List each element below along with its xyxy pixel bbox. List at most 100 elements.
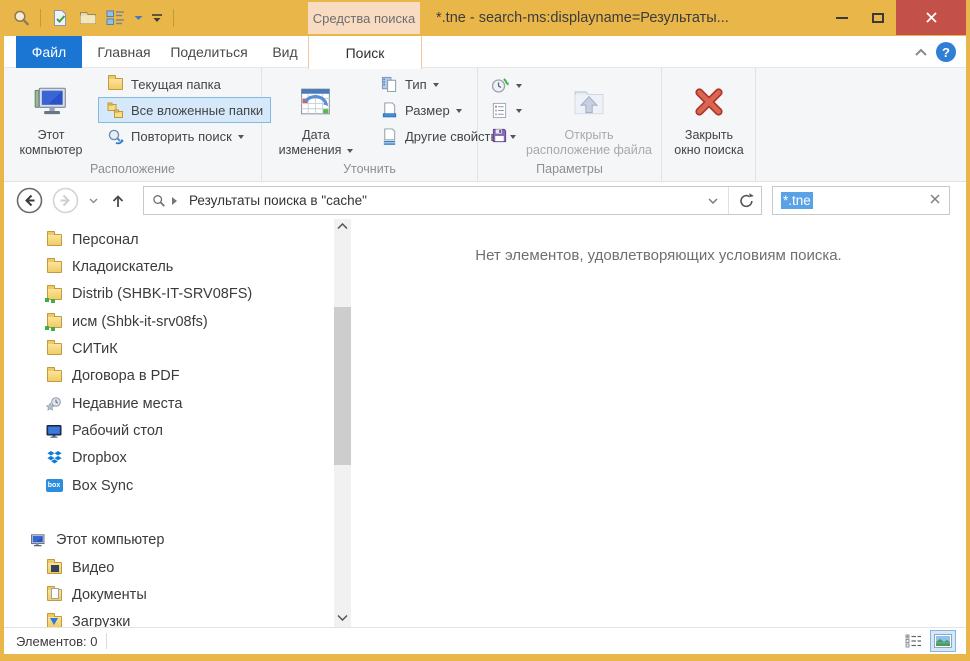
maximize-button[interactable]: [860, 0, 896, 35]
help-button[interactable]: ?: [936, 42, 956, 62]
current-folder-option[interactable]: Текущая папка: [98, 71, 271, 97]
video-folder-icon: [44, 559, 64, 576]
qat-separator: [40, 9, 41, 27]
file-size-icon: [380, 102, 399, 119]
repeat-search-option[interactable]: Повторить поиск: [98, 123, 271, 149]
items-count: Элементов: 0: [16, 628, 97, 654]
sidebar-item-video[interactable]: Видео: [4, 554, 334, 581]
ribbon-group-location: Этот компьютер Текущая папка Все вложенн…: [4, 68, 262, 182]
quick-access-toolbar: [10, 0, 176, 36]
dropbox-icon: [44, 450, 64, 467]
tab-view[interactable]: Вид: [262, 36, 308, 68]
qat-search-icon[interactable]: [10, 7, 32, 29]
back-button[interactable]: [16, 187, 43, 214]
maximize-icon: [872, 13, 884, 23]
ribbon-group-options: Открыть расположение файла Параметры: [478, 68, 662, 182]
close-search-icon: [693, 76, 725, 128]
qat-properties-button[interactable]: [49, 7, 71, 29]
breadcrumb[interactable]: Результаты поиска в "cache": [189, 193, 367, 208]
close-button[interactable]: [896, 0, 966, 35]
date-modified-button[interactable]: Дата изменения: [268, 70, 364, 158]
computer-icon: [28, 532, 48, 549]
qat-view-switcher-button[interactable]: [105, 7, 127, 29]
open-file-location-button[interactable]: Открыть расположение файла: [522, 70, 656, 158]
tab-file[interactable]: Файл: [16, 36, 82, 68]
search-query-selected-text: *.tne: [781, 192, 813, 209]
dropdown-caret-icon: [347, 149, 353, 156]
address-bar[interactable]: Результаты поиска в "cache": [143, 186, 762, 215]
tab-home[interactable]: Главная: [92, 36, 156, 68]
folder-icon: [44, 368, 64, 385]
sidebar-item-personal[interactable]: Персонал: [4, 226, 334, 253]
documents-folder-icon: [44, 587, 64, 604]
computer-icon: [33, 76, 69, 128]
ribbon-group-refine: Дата изменения Тип Размер: [262, 68, 478, 182]
scroll-up-arrow[interactable]: [334, 223, 351, 230]
dropdown-caret-icon: [433, 83, 439, 90]
search-input[interactable]: *.tne: [772, 186, 950, 215]
qat-customize-button[interactable]: [149, 7, 165, 29]
scrollbar-thumb[interactable]: [334, 307, 351, 465]
sidebar-section-gap: [4, 499, 334, 526]
sidebar-item-desktop[interactable]: Рабочий стол: [4, 417, 334, 444]
content-area: Персонал Кладоискатель Distrib (SHBK-IT-…: [4, 219, 966, 627]
sidebar-item-this-pc[interactable]: Этот компьютер: [4, 527, 334, 554]
ribbon-tab-row: Файл Главная Поделиться Вид Поиск ?: [4, 36, 966, 68]
sidebar-item-downloads[interactable]: Загрузки: [4, 609, 334, 627]
folder-icon: [44, 231, 64, 248]
empty-results-message: Нет элементов, удовлетворяющих условиям …: [351, 247, 966, 264]
sidebar-item-sitik[interactable]: СИТиК: [4, 335, 334, 362]
sidebar-item-dogovora[interactable]: Договора в PDF: [4, 363, 334, 390]
dropdown-caret-icon: [456, 109, 462, 116]
file-type-icon: [380, 76, 399, 93]
properties-icon: [380, 128, 399, 145]
sidebar-scrollbar[interactable]: [334, 219, 351, 627]
group-label-location: Расположение: [4, 162, 261, 176]
desktop-icon: [44, 423, 64, 440]
sidebar-item-kladoiskatel[interactable]: Кладоискатель: [4, 253, 334, 280]
navigation-pane: Персонал Кладоискатель Distrib (SHBK-IT-…: [4, 219, 334, 627]
title-bar: Средства поиска *.tne - search-ms:displa…: [0, 0, 970, 36]
qat-new-folder-button[interactable]: [77, 7, 99, 29]
sidebar-item-box-sync[interactable]: Box Sync: [4, 472, 334, 499]
sidebar-item-ism[interactable]: исм (Shbk-it-srv08fs): [4, 308, 334, 335]
status-separator: [106, 633, 107, 649]
close-search-button[interactable]: Закрыть окно поиска: [665, 70, 753, 158]
details-view-button[interactable]: [900, 630, 926, 652]
folder-icon: [106, 76, 125, 93]
advanced-options-button[interactable]: [488, 100, 510, 122]
sidebar-item-recent-places[interactable]: Недавние места: [4, 390, 334, 417]
recent-searches-button[interactable]: [488, 75, 510, 97]
address-separator: [728, 187, 729, 214]
sidebar-item-documents[interactable]: Документы: [4, 581, 334, 608]
up-button[interactable]: [108, 187, 128, 214]
recent-locations-dropdown[interactable]: [86, 187, 100, 214]
collapse-ribbon-button[interactable]: [914, 44, 928, 62]
network-folder-icon: [44, 286, 64, 303]
sidebar-item-dropbox[interactable]: Dropbox: [4, 445, 334, 472]
forward-button[interactable]: [52, 187, 79, 214]
minimize-icon: [836, 17, 848, 19]
sidebar-item-distrib[interactable]: Distrib (SHBK-IT-SRV08FS): [4, 281, 334, 308]
this-pc-button[interactable]: Этот компьютер: [8, 70, 94, 158]
thumbnail-view-button[interactable]: [930, 630, 956, 652]
tab-share[interactable]: Поделиться: [162, 36, 256, 68]
search-icon: [152, 194, 166, 208]
subfolders-icon: [106, 102, 125, 119]
scroll-down-arrow[interactable]: [334, 614, 351, 621]
address-dropdown-button[interactable]: [700, 198, 726, 204]
address-bar-row: Результаты поиска в "cache" *.tne: [4, 182, 966, 219]
refresh-button[interactable]: [731, 192, 761, 209]
window-title: *.tne - search-ms:displayname=Результаты…: [436, 0, 729, 36]
group-label-options: Параметры: [478, 162, 661, 176]
folder-icon: [44, 341, 64, 358]
folder-icon: [44, 259, 64, 276]
clear-search-button[interactable]: [929, 192, 941, 210]
repeat-search-icon: [106, 128, 125, 145]
all-subfolders-option[interactable]: Все вложенные папки: [98, 97, 271, 123]
close-icon: [925, 11, 938, 24]
qat-view-dropdown-icon[interactable]: [133, 7, 143, 29]
save-search-button[interactable]: [488, 125, 510, 147]
minimize-button[interactable]: [824, 0, 860, 35]
tab-search-active[interactable]: Поиск: [308, 36, 422, 69]
